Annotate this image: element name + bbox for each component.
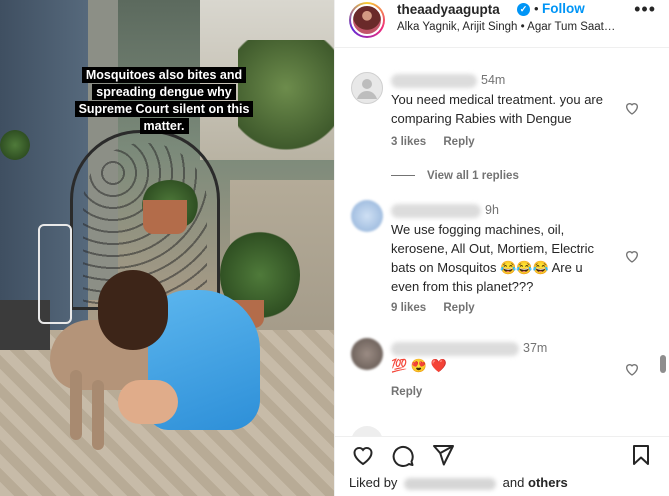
liked-by-prefix: Liked by	[349, 475, 398, 490]
view-replies-button[interactable]: View all 1 replies	[391, 170, 519, 182]
flower-pot	[143, 200, 187, 234]
view-replies-label: View all 1 replies	[427, 170, 519, 182]
comment-like-heart-icon[interactable]	[624, 100, 640, 116]
liked-by-user-blurred[interactable]	[404, 477, 497, 490]
more-options-icon[interactable]: •••	[634, 0, 656, 18]
comment-time: 9h	[485, 203, 499, 217]
comment-meta: Reply	[391, 386, 436, 398]
dog-leg	[70, 370, 82, 440]
comment-time: 54m	[481, 73, 506, 87]
comment-like-heart-icon[interactable]	[624, 248, 640, 264]
follow-button[interactable]: Follow	[542, 1, 585, 16]
commenter-name-blurred[interactable]	[391, 74, 477, 88]
comment-text: You need medical treatment. you are comp…	[391, 92, 603, 126]
post-header: theaadyaagupta ✓ • Follow ••• Alka Yagni…	[335, 0, 669, 48]
comment-emoji-text: 💯 😍 ❤️	[391, 358, 447, 373]
comment-likes[interactable]: 9 likes	[391, 302, 426, 314]
comment-time: 37m	[523, 341, 548, 355]
share-icon[interactable]	[431, 443, 455, 467]
replies-line	[391, 175, 415, 177]
comment-meta: 3 likes Reply	[391, 136, 489, 148]
media-caption-text: Mosquitoes also bites and spreading deng…	[74, 67, 254, 134]
girl-leg	[118, 380, 178, 424]
girl-hair	[98, 270, 168, 350]
verified-badge-icon: ✓	[517, 3, 530, 16]
commenter-name-blurred[interactable]	[391, 204, 481, 218]
author-avatar-image	[351, 4, 383, 36]
post-media[interactable]: Mosquitoes also bites and spreading deng…	[0, 0, 334, 496]
comments-list[interactable]: 54m You need medical treatment. you are …	[335, 60, 669, 436]
audio-info[interactable]: Alka Yagnik, Arijit Singh • Agar Tum Saa…	[397, 21, 627, 33]
liked-by-and: and	[502, 475, 525, 490]
plant-stand	[38, 224, 72, 324]
commenter-avatar[interactable]	[351, 72, 383, 104]
liked-by-text[interactable]: Liked by and others	[349, 475, 568, 490]
bookmark-icon[interactable]	[629, 443, 653, 467]
liked-by-others[interactable]: others	[528, 475, 568, 490]
comments-scrollbar[interactable]	[660, 355, 666, 373]
comment-icon[interactable]	[391, 443, 415, 467]
comment-likes[interactable]: 3 likes	[391, 136, 426, 148]
post-actions: Liked by and others	[335, 436, 669, 496]
separator-dot: •	[534, 1, 539, 16]
commenter-avatar-partial[interactable]	[351, 426, 383, 436]
commenter-name-blurred[interactable]	[391, 342, 519, 356]
commenter-avatar[interactable]	[351, 338, 383, 370]
media-caption: Mosquitoes also bites and spreading deng…	[74, 67, 254, 135]
reply-button[interactable]: Reply	[391, 386, 422, 398]
post-side-panel: theaadyaagupta ✓ • Follow ••• Alka Yagni…	[334, 0, 669, 496]
potted-plant	[0, 130, 30, 160]
reply-button[interactable]: Reply	[443, 136, 474, 148]
comment-like-heart-icon[interactable]	[624, 361, 640, 377]
heart-icon[interactable]	[351, 443, 375, 467]
dog-leg	[92, 380, 104, 450]
author-avatar[interactable]	[349, 2, 385, 38]
author-username[interactable]: theaadyaagupta	[397, 2, 500, 17]
comment-meta: 9 likes Reply	[391, 302, 489, 314]
commenter-avatar[interactable]	[351, 200, 383, 232]
comment-text: We use fogging machines, oil, kerosene, …	[391, 222, 595, 294]
reply-button[interactable]: Reply	[443, 302, 474, 314]
